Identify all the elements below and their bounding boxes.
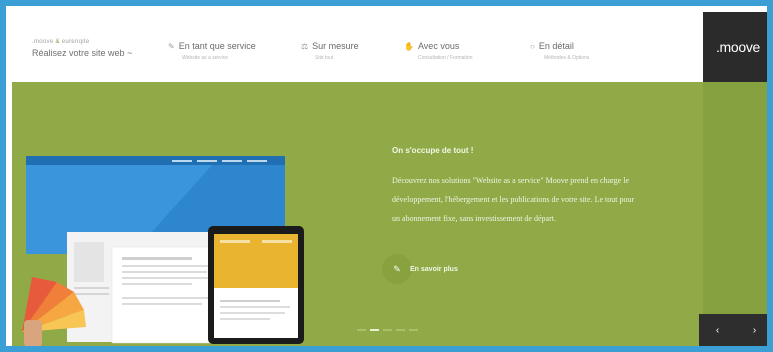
brand-partner: eurenqite xyxy=(61,39,90,45)
hero-side-panel xyxy=(703,82,767,346)
next-slide-button[interactable]: › xyxy=(753,325,756,336)
slider-dot[interactable] xyxy=(396,329,405,331)
nav-item-label: En tant que service xyxy=(178,41,256,51)
tablet-nav-line xyxy=(262,240,292,243)
nav-item-en-detail[interactable]: ○ En détail Méthodes & Options xyxy=(530,41,589,61)
paper-text-line xyxy=(74,287,109,289)
hero-copy: On s'occupe de tout ! Découvrez nos solu… xyxy=(392,146,642,228)
tablet-text-line xyxy=(220,318,270,320)
nav-item-avec-vous[interactable]: ✋ Avec vous Consultation / Formation xyxy=(404,41,472,61)
search-icon: ○ xyxy=(530,42,535,51)
brand-subtitle-text: Réalisez votre site web xyxy=(32,48,125,58)
monitor-nav-line xyxy=(222,160,242,162)
slider-pagination xyxy=(357,329,418,331)
chevron-down-icon: ~ xyxy=(127,48,133,58)
handshake-icon: ✋ xyxy=(404,42,414,51)
ruler-icon: ⚖ xyxy=(301,42,309,51)
monitor-nav-line xyxy=(197,160,217,162)
hero-slider: On s'occupe de tout ! Découvrez nos solu… xyxy=(12,82,767,346)
slider-dot-active[interactable] xyxy=(370,329,379,331)
site-header: .moove & eurenqite Réalisez votre site w… xyxy=(12,12,767,82)
nav-item-sur-mesure[interactable]: ⚖ Sur mesure Site tout xyxy=(301,41,359,61)
brand[interactable]: .moove & eurenqite Réalisez votre site w… xyxy=(32,39,132,58)
brand-prefix: .moove xyxy=(32,39,54,45)
prev-slide-button[interactable]: ‹ xyxy=(716,325,719,336)
learn-more-button[interactable]: ✎ En savoir plus xyxy=(382,254,458,284)
paper-image xyxy=(74,242,104,282)
learn-more-label: En savoir plus xyxy=(410,265,458,273)
hand-shape xyxy=(24,320,42,346)
nav-item-sublabel: Méthodes & Options xyxy=(544,55,590,61)
slider-dot[interactable] xyxy=(383,329,392,331)
nav-item-sublabel: Site tout xyxy=(315,55,334,61)
brand-connector: & xyxy=(53,39,62,45)
brand-subtitle: Réalisez votre site web ~ xyxy=(32,48,132,58)
nav-item-label: Avec vous xyxy=(417,41,460,51)
hero-title: On s'occupe de tout ! xyxy=(392,146,474,155)
tablet-text-line xyxy=(220,306,290,308)
tablet-nav-line xyxy=(220,240,250,243)
paper-text-line xyxy=(122,297,212,299)
tablet-text-line xyxy=(220,312,285,314)
nav-item-sublabel: Website as a service xyxy=(182,55,229,61)
paper-text-line xyxy=(122,283,192,285)
nav-item-label: Sur mesure xyxy=(312,41,359,51)
logo[interactable]: .moove xyxy=(703,12,767,82)
paper-text-line xyxy=(122,277,212,279)
nav-item-sublabel: Consultation / Formation xyxy=(418,55,473,61)
slider-controls: ‹ › xyxy=(699,314,767,346)
device-mockup-illustration xyxy=(22,156,304,346)
logo-text: .moove xyxy=(715,39,761,55)
paper-text-line xyxy=(74,293,109,295)
paper-text-line xyxy=(122,265,212,267)
slider-dot[interactable] xyxy=(409,329,418,331)
paper-text-line xyxy=(122,271,207,273)
brand-line: .moove & eurenqite xyxy=(32,39,132,45)
browser-frame: .moove & eurenqite Réalisez votre site w… xyxy=(0,0,773,352)
tablet-text-line xyxy=(220,300,280,302)
nav-item-service[interactable]: ✎ En tant que service Website as a servic… xyxy=(168,41,256,61)
slider-dot[interactable] xyxy=(357,329,366,331)
monitor-nav-line xyxy=(247,160,267,162)
paper-text-line xyxy=(122,303,202,305)
pencil-icon: ✎ xyxy=(382,254,412,284)
hero-description: Découvrez nos solutions "Website as a se… xyxy=(392,176,635,223)
monitor-topbar xyxy=(26,156,285,165)
paper-text-line xyxy=(122,257,192,260)
pencil-icon: ✎ xyxy=(168,42,175,51)
nav-item-label: En détail xyxy=(538,41,574,51)
monitor-nav-line xyxy=(172,160,192,162)
